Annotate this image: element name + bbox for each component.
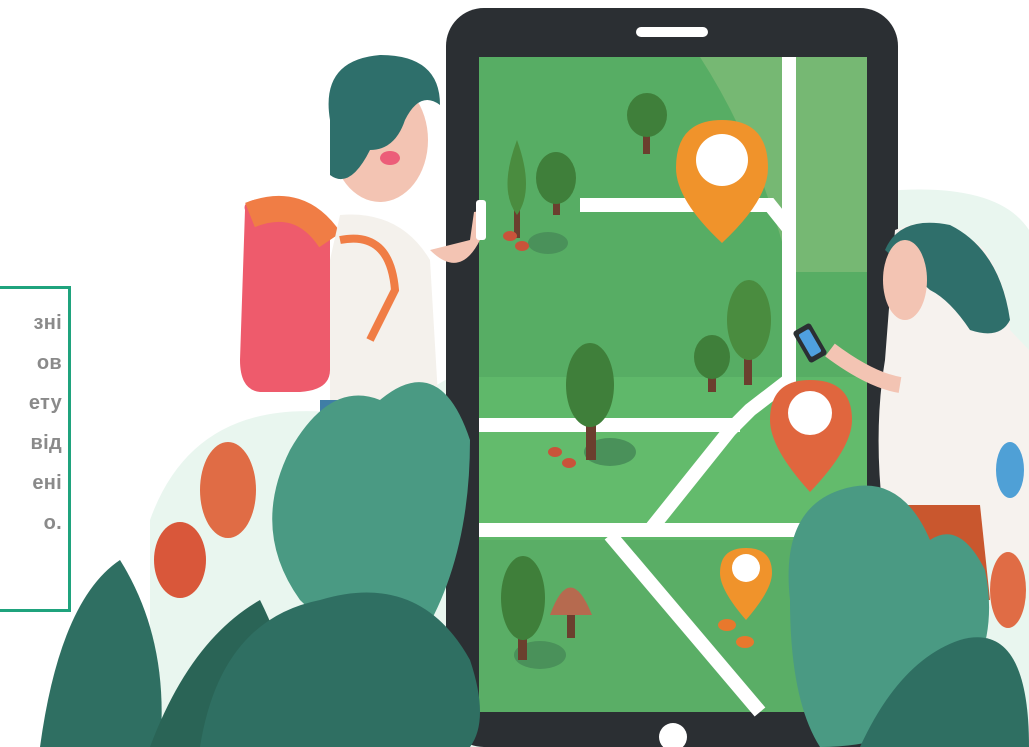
callout-line: зні <box>33 312 62 334</box>
callout-line: ов <box>36 352 62 374</box>
callout-line: ету <box>28 392 62 414</box>
illustration <box>40 8 1029 747</box>
text-callout-box: зні ов ету від ені о. <box>0 286 71 612</box>
callout-line: ені <box>32 472 62 494</box>
phone-speaker <box>636 27 708 37</box>
callout-line: о. <box>43 512 62 534</box>
callout-text: зні ов ету від ені о. <box>29 303 62 543</box>
callout-line: від <box>30 432 62 454</box>
